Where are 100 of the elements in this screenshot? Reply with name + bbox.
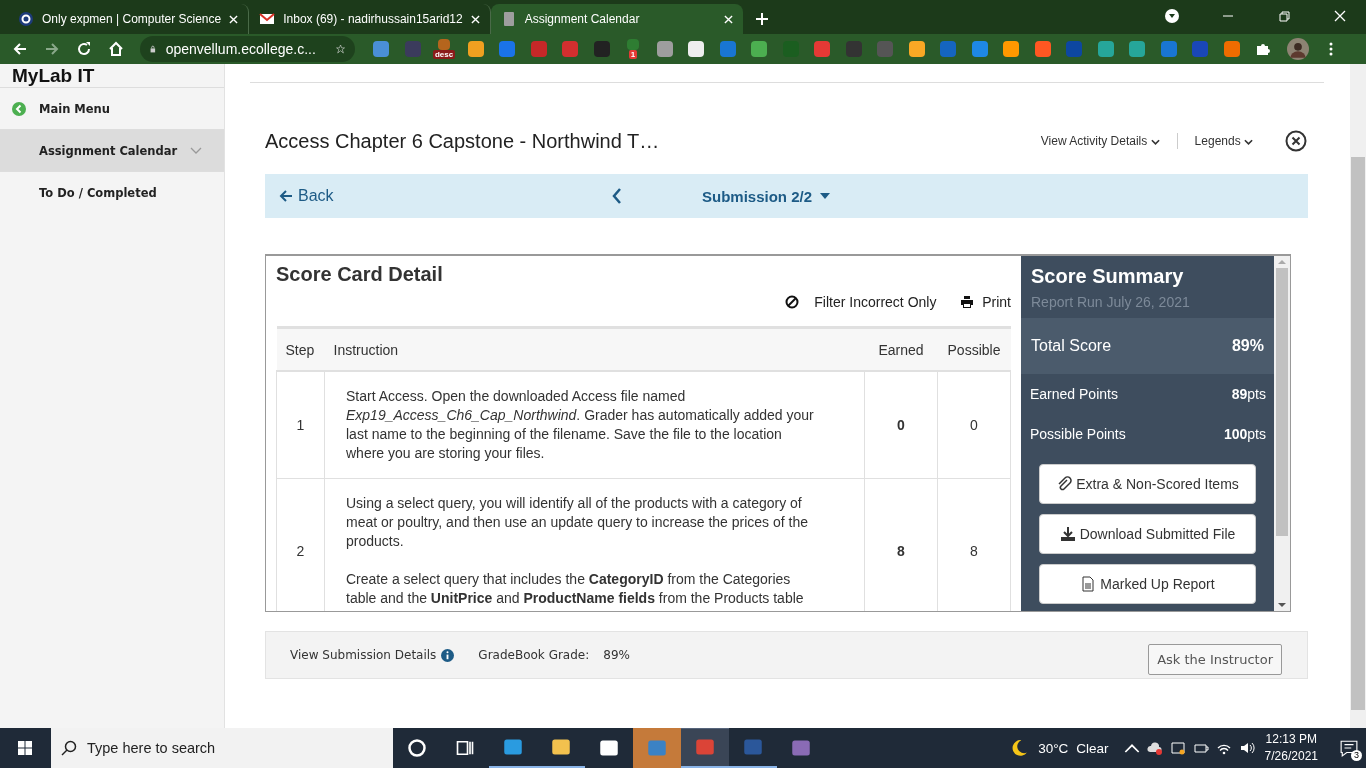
puzzle-icon[interactable] <box>1255 41 1271 57</box>
weather-condition[interactable]: Clear <box>1076 740 1109 756</box>
url-text: openvellum.ecollege.c... <box>165 41 316 57</box>
total-value: 89% <box>1231 337 1264 355</box>
summary-title: Score Summary <box>1030 264 1185 288</box>
caret-icon <box>1150 139 1160 145</box>
close-icon[interactable] <box>1285 130 1307 152</box>
search-field[interactable]: Type here to search <box>51 728 393 768</box>
grade-value: 89% <box>603 648 630 662</box>
back-circle-icon <box>12 101 26 116</box>
forward-arrow-icon[interactable] <box>44 41 60 57</box>
moon-icon <box>1010 739 1029 757</box>
browser-tab[interactable]: Assignment Calendar <box>490 4 743 34</box>
extension-icon[interactable] <box>1003 41 1019 57</box>
clock-date[interactable]: 7/26/2021 <box>1264 748 1318 765</box>
home-icon[interactable] <box>108 41 124 57</box>
report-date: Report Run July 26, 2021 <box>1030 293 1191 312</box>
clock-time[interactable]: 12:13 PM <box>1265 731 1317 748</box>
extension-icon[interactable] <box>1034 41 1051 57</box>
address-bar[interactable]: openvellum.ecollege.c... <box>140 36 355 62</box>
close-icon[interactable] <box>1332 8 1348 24</box>
extension-icon[interactable] <box>1129 41 1145 57</box>
ask-instructor-button[interactable]: Ask the Instructor <box>1148 643 1282 675</box>
submission-dropdown[interactable]: Submission 2/2 <box>702 187 831 205</box>
table-cell: 0 <box>937 371 1011 479</box>
sidebar-item[interactable]: To Do / Completed <box>0 171 224 213</box>
sidebar-item[interactable]: Assignment Calendar <box>0 129 224 171</box>
column-header: Earned <box>864 327 938 371</box>
paperclip-icon <box>1056 476 1073 492</box>
extension-icon[interactable] <box>688 41 704 57</box>
dropdown-link[interactable]: View Activity Details <box>1040 134 1160 148</box>
extension-icon[interactable] <box>751 41 767 57</box>
grade-label: GradeBook Grade: <box>478 648 590 662</box>
chevron-down-icon <box>190 146 202 155</box>
app-icon <box>647 738 667 758</box>
panel-title: Score Card Detail <box>276 263 444 286</box>
column-header: Possible <box>937 327 1011 371</box>
extension-icon[interactable] <box>908 41 925 57</box>
lock-icon <box>150 43 156 55</box>
scrollbar[interactable] <box>1350 64 1366 728</box>
filter-link[interactable]: Filter Incorrect Only <box>784 294 937 310</box>
points-value: 100pts <box>1223 426 1266 442</box>
new-tab-icon[interactable] <box>754 12 769 26</box>
weather-text[interactable]: 30°C <box>1038 740 1069 756</box>
points-label: Possible Points <box>1030 426 1126 442</box>
document-icon <box>1080 576 1097 592</box>
extension-icon[interactable] <box>593 41 610 57</box>
extension-icon[interactable] <box>467 41 484 57</box>
points-value: 89pts <box>1231 386 1266 402</box>
download-icon <box>1059 526 1076 542</box>
points-label: Earned Points <box>1030 386 1118 402</box>
notification-count: 3 <box>1351 750 1362 761</box>
cloud-icon[interactable] <box>1146 740 1163 756</box>
caret-icon <box>820 193 831 199</box>
tab-search-icon[interactable] <box>1164 8 1180 24</box>
extension-icon[interactable] <box>656 41 673 57</box>
details-link[interactable]: View Submission Details <box>290 648 437 662</box>
scrollbar[interactable] <box>1274 256 1290 611</box>
extension-icon[interactable] <box>971 41 988 57</box>
app-icon <box>695 737 715 757</box>
dropdown-link[interactable]: Legends <box>1194 134 1253 148</box>
back-link[interactable]: Back <box>279 187 612 205</box>
back-arrow-icon[interactable] <box>12 41 28 57</box>
arrow-left-icon <box>279 189 293 203</box>
tab-title: Assignment Calendar <box>524 12 641 26</box>
table-cell: 1 <box>276 371 325 479</box>
page-title: Access Chapter 6 Capstone - Northwind T… <box>265 129 660 153</box>
windows-start-icon[interactable] <box>17 740 33 756</box>
app-icon <box>503 737 523 757</box>
notification-icon <box>1340 739 1358 757</box>
notifications-button[interactable]: 3 <box>1332 728 1366 768</box>
extension-icon[interactable] <box>1223 41 1240 57</box>
extension-badge: 1 <box>628 50 638 59</box>
restore-icon[interactable] <box>1276 8 1292 24</box>
instruction-text: Start Access. Open the downloaded Access file named Exp19_Access_Ch6_Cap_Northwind. Grader has automatically added your last name to the beginning of the filename. Save the file to the location where you are storing your files. <box>346 387 815 463</box>
table-cell: 0 <box>864 371 938 479</box>
speaker-icon[interactable] <box>1238 740 1255 756</box>
app-icon <box>791 738 811 758</box>
mail-icon <box>259 11 276 27</box>
summary-button[interactable]: Download Submitted File <box>1039 514 1256 554</box>
extension-icon[interactable] <box>1097 41 1114 57</box>
previous-icon[interactable] <box>612 188 622 204</box>
site-icon <box>18 11 34 27</box>
search-icon <box>61 740 77 756</box>
reload-icon[interactable] <box>76 41 92 57</box>
column-header: Step <box>276 327 325 371</box>
app-icon <box>599 738 619 758</box>
summary-button[interactable]: Marked Up Report <box>1039 564 1256 604</box>
print-link[interactable]: Print <box>960 294 1011 310</box>
filter-icon <box>784 295 799 309</box>
info-icon[interactable] <box>441 648 455 662</box>
caret-icon <box>1244 139 1253 145</box>
avatar-icon[interactable] <box>1287 38 1309 60</box>
app-icon <box>551 737 571 757</box>
summary-button[interactable]: Extra & Non-Scored Items <box>1039 464 1256 504</box>
instruction-text: Using a select query, you will identify all of the products with a category of meat or poultry, and then use an update query to increase the prices of the products. <box>346 494 810 551</box>
table-cell: 2 <box>276 478 325 611</box>
total-label: Total Score <box>1031 337 1112 355</box>
app-icon <box>743 737 763 757</box>
tab-title: Inbox (69) - nadirhussain15arid12 <box>283 12 463 26</box>
